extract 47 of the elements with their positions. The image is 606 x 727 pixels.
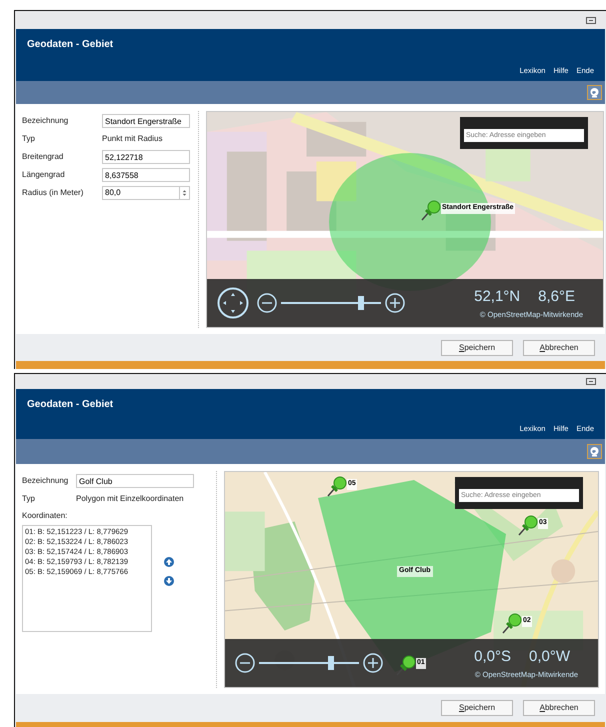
- type-value: Polygon mit Einzelkoordinaten: [76, 493, 184, 505]
- zoom-slider[interactable]: [281, 296, 381, 310]
- field-label: Bezeichnung: [22, 475, 70, 487]
- dialog-title: Geodaten - Gebiet: [27, 38, 114, 52]
- slider-thumb[interactable]: [328, 656, 334, 670]
- field-label: Typ: [22, 133, 36, 145]
- text-field[interactable]: 52,122718: [102, 150, 190, 164]
- move-down-icon[interactable]: [164, 576, 174, 586]
- field-label: Koordinaten:: [22, 510, 68, 522]
- text-field[interactable]: Standort Engerstraße: [102, 114, 190, 128]
- field-label: Längengrad: [22, 169, 66, 181]
- dialog-button[interactable]: Abbrechen: [523, 700, 595, 716]
- field-label: Bezeichnung: [22, 115, 70, 127]
- dialog-button[interactable]: Speichern: [441, 700, 513, 716]
- dialog-title: Geodaten - Gebiet: [27, 398, 114, 412]
- zoom-out-icon[interactable]: [257, 293, 277, 313]
- pushpin-icon: [394, 655, 416, 677]
- window-restore-icon[interactable]: [586, 378, 596, 385]
- zoom-in-icon[interactable]: [385, 293, 405, 313]
- pushpin-icon: [419, 200, 441, 222]
- longitude-reading: 8,6°E: [538, 287, 575, 308]
- slider-thumb[interactable]: [358, 296, 364, 310]
- move-up-icon[interactable]: [164, 557, 174, 567]
- text-field[interactable]: 8,637558: [102, 168, 190, 182]
- zoom-out-icon[interactable]: [235, 653, 255, 673]
- spin-arrows-icon[interactable]: [179, 187, 189, 199]
- globe-help-icon[interactable]: [587, 444, 602, 459]
- dialog-button[interactable]: Abbrechen: [523, 340, 595, 356]
- latitude-reading: 0,0°S: [474, 647, 511, 668]
- field-label: Typ: [22, 493, 36, 505]
- number-spinner[interactable]: 80,0: [102, 186, 190, 200]
- pushpin-icon: [516, 515, 538, 537]
- field-label: Radius (in Meter): [22, 187, 84, 199]
- text-field[interactable]: Golf Club: [76, 474, 194, 488]
- spinner-value: 80,0: [104, 187, 122, 199]
- zoom-in-icon[interactable]: [363, 653, 383, 673]
- pushpin-icon: [325, 476, 347, 498]
- pan-control-icon[interactable]: [217, 287, 249, 319]
- window-restore-icon[interactable]: [586, 16, 596, 24]
- zoom-slider[interactable]: [259, 656, 359, 670]
- globe-help-icon[interactable]: [587, 85, 602, 100]
- longitude-reading: 0,0°W: [528, 647, 570, 668]
- type-value: Punkt mit Radius: [102, 133, 162, 145]
- dialog-button[interactable]: Speichern: [441, 340, 513, 356]
- latitude-reading: 52,1°N: [474, 287, 520, 308]
- field-label: Breitengrad: [22, 151, 64, 163]
- pushpin-icon: [500, 613, 522, 635]
